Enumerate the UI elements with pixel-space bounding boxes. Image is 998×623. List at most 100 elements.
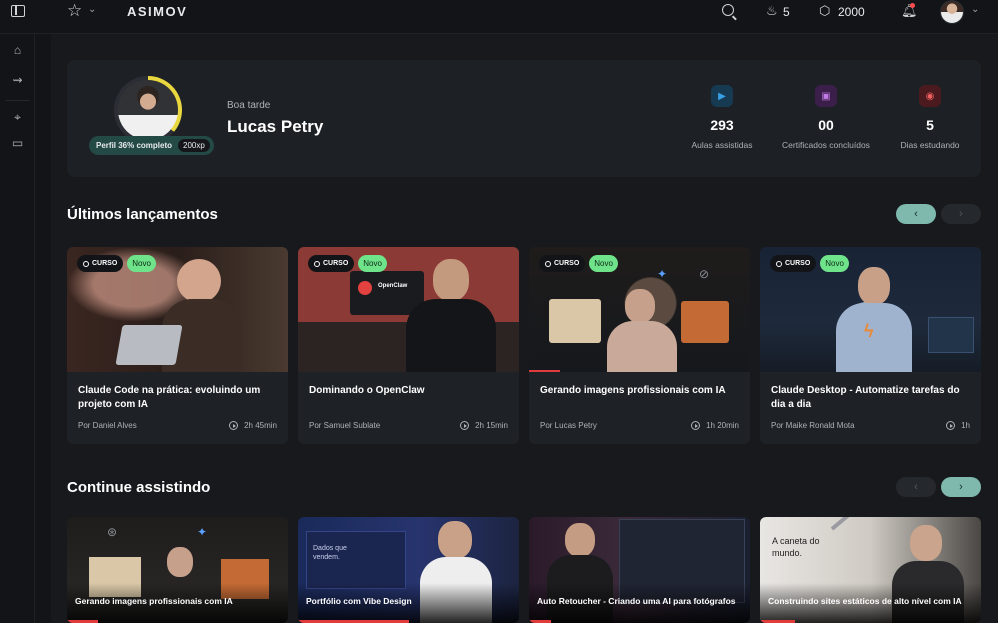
duration-text: 1h 20min	[706, 421, 739, 430]
notification-dot	[910, 3, 915, 8]
stat-study-days: ◉ 5 Dias estudando	[875, 85, 985, 150]
continue-title: Construindo sites estáticos de alto níve…	[768, 596, 962, 606]
new-badge: Novo	[820, 255, 849, 272]
stat-label: Certificados concluídos	[782, 140, 870, 150]
presenter-head	[910, 525, 942, 561]
play-icon	[946, 421, 956, 430]
latest-releases-title: Últimos lançamentos	[67, 206, 218, 223]
home-icon[interactable]: ⌂	[11, 44, 24, 57]
pen-decoration	[830, 517, 880, 531]
course-title[interactable]: Gerando imagens profissionais com IA	[540, 384, 740, 398]
new-badge: Novo	[589, 255, 618, 272]
greeting-text: Boa tarde	[227, 100, 271, 111]
continue-next-button[interactable]: ›	[941, 477, 981, 497]
course-duration: 1h	[946, 421, 970, 430]
ai-sparkle-icon: ✦	[657, 267, 668, 281]
continue-card[interactable]: Dados que vendem. Portfólio com Vibe Des…	[298, 517, 519, 623]
presenter-body	[406, 299, 496, 372]
new-badge: Novo	[127, 255, 156, 272]
course-title[interactable]: Claude Code na prática: evoluindo um pro…	[78, 384, 278, 412]
latest-next-button[interactable]: ›	[941, 204, 981, 224]
presenter-head	[858, 267, 890, 305]
course-badge-icon	[776, 260, 782, 267]
continue-title: Auto Retoucher - Criando uma AI para fot…	[537, 596, 736, 606]
sidebar-toggle-icon[interactable]	[11, 5, 25, 17]
course-meta: Por Samuel Sublate 2h 15min	[309, 421, 508, 430]
presenter-head	[565, 523, 595, 557]
stat-value: 00	[818, 117, 834, 133]
streak-fire-icon: ♨	[766, 3, 778, 18]
play-icon	[229, 421, 239, 430]
chevron-down-icon[interactable]: ⌄	[88, 4, 96, 15]
continue-card[interactable]: A caneta do mundo. Construindo sites est…	[760, 517, 981, 623]
profile-photo[interactable]	[118, 80, 178, 140]
chevron-right-icon: ›	[959, 208, 963, 220]
course-author: Por Daniel Alves	[78, 421, 137, 430]
course-title[interactable]: Dominando o OpenClaw	[309, 384, 509, 398]
presenter-body	[607, 321, 677, 372]
presenter-head	[438, 521, 472, 559]
main-content: Perfil 36% completo 200xp Boa tarde Luca…	[51, 34, 998, 623]
continue-card[interactable]: Auto Retoucher - Criando uma AI para fot…	[529, 517, 750, 623]
ai-sparkle-icon: ✦	[197, 525, 208, 539]
course-card[interactable]: ✦ ⊘ CURSO Novo Gerando imagens profissio…	[529, 247, 750, 444]
continue-watching-title: Continue assistindo	[67, 479, 211, 496]
stat-label: Dias estudando	[900, 140, 960, 150]
course-title[interactable]: Claude Desktop - Automatize tarefas do d…	[771, 384, 971, 412]
search-icon[interactable]	[722, 4, 734, 16]
presenter-head	[177, 259, 221, 303]
chevron-left-icon: ‹	[914, 481, 918, 493]
learning-path-icon[interactable]: ⇝	[11, 74, 24, 87]
fire-icon: ◉	[919, 85, 941, 107]
coins-hexagon-icon: ⬡	[819, 3, 831, 18]
course-badge: CURSO	[770, 255, 817, 272]
presenter-body	[836, 303, 912, 372]
profile-panel: Perfil 36% completo 200xp Boa tarde Luca…	[67, 60, 981, 177]
brand-logo[interactable]: ASIMOV	[127, 4, 187, 19]
user-name: Lucas Petry	[227, 117, 324, 136]
user-avatar[interactable]	[940, 0, 964, 24]
course-author: Por Samuel Sublate	[309, 421, 381, 430]
graduation-cap-icon[interactable]: ⌖	[11, 111, 24, 124]
continue-title: Portfólio com Vibe Design	[306, 596, 412, 606]
certificate-icon: ▣	[815, 85, 837, 107]
presenter-head	[625, 289, 655, 323]
portfolio-screen-text: Dados que vendem.	[313, 545, 347, 561]
profile-progress-ring	[114, 76, 182, 144]
course-duration: 1h 20min	[691, 421, 739, 430]
top-bar: ☆ ⌄ ASIMOV ♨ 5 ⬡ 2000 🔔︎ ⌄	[0, 0, 998, 34]
course-meta: Por Maike Ronald Mota 1h	[771, 421, 970, 430]
course-card[interactable]: ϟ CURSO Novo Claude Desktop - Automatize…	[760, 247, 981, 444]
latest-prev-button[interactable]: ‹	[896, 204, 936, 224]
duration-text: 2h 15min	[475, 421, 508, 430]
course-meta: Por Lucas Petry 1h 20min	[540, 421, 739, 430]
profile-completion-label: Perfil 36% completo	[96, 141, 173, 150]
course-badge-label: CURSO	[92, 260, 118, 267]
sidebar: ⌂ ⇝ ⌖ ▭	[0, 34, 35, 623]
sample-image-beach	[549, 299, 601, 343]
openclaw-logo-icon	[358, 281, 372, 295]
monitor-text: OpenClaw	[378, 283, 408, 289]
continue-card[interactable]: ⊛ ✦ Gerando imagens profissionais com IA	[67, 517, 288, 623]
course-card[interactable]: CURSO Novo Claude Code na prática: evolu…	[67, 247, 288, 444]
favorites-star-icon[interactable]: ☆	[67, 2, 82, 20]
ai-logo-icon: ⊘	[699, 267, 710, 281]
profile-completion-badge[interactable]: Perfil 36% completo 200xp	[89, 136, 214, 155]
course-card[interactable]: OpenClaw CURSO Novo Dominando o OpenClaw…	[298, 247, 519, 444]
xp-badge: 200xp	[178, 139, 210, 152]
course-badge-label: CURSO	[554, 260, 580, 267]
ai-logo-icon: ⊛	[107, 525, 118, 539]
streak-count: 5	[783, 5, 790, 19]
course-meta: Por Daniel Alves 2h 45min	[78, 421, 277, 430]
course-duration: 2h 45min	[229, 421, 277, 430]
play-circle-icon: ▶	[711, 85, 733, 107]
stat-value: 5	[926, 117, 934, 133]
card-badges: CURSO Novo	[770, 255, 849, 272]
chevron-left-icon: ‹	[914, 208, 918, 220]
stat-label: Aulas assistidas	[691, 140, 753, 150]
duration-text: 1h	[961, 421, 970, 430]
presenter-head	[433, 259, 469, 301]
continue-prev-button[interactable]: ‹	[896, 477, 936, 497]
user-menu-chevron-icon[interactable]: ⌄	[971, 4, 979, 15]
laptop-icon[interactable]: ▭	[11, 137, 24, 150]
